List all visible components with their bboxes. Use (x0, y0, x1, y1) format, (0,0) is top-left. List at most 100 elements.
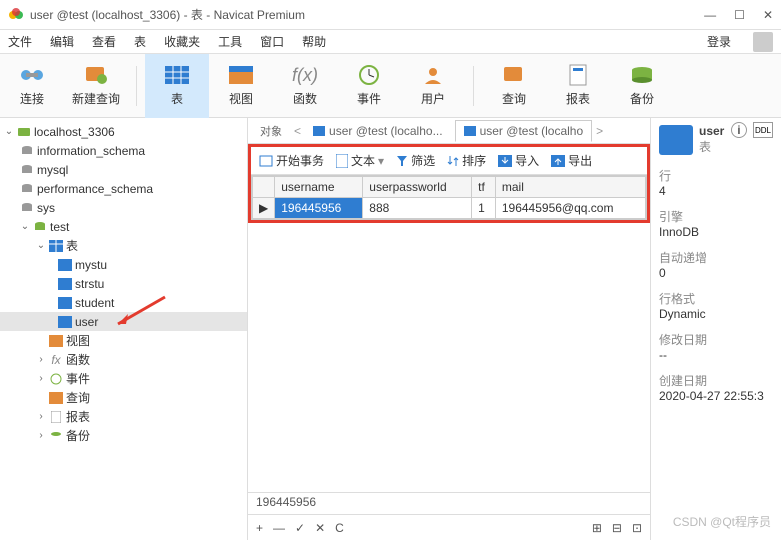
sub-toolbar: 开始事务 文本▾ 筛选 排序 导入 导出 (251, 147, 647, 175)
prop-rows: 4 (659, 184, 773, 198)
prop-modify: -- (659, 348, 773, 362)
btn-begin-transaction[interactable]: 开始事务 (259, 152, 324, 169)
data-grid[interactable]: username userpassworld tf mail ▶ 1964459… (251, 175, 647, 220)
col-userpassworld[interactable]: userpassworld (363, 177, 472, 198)
prop-engine: InnoDB (659, 225, 773, 239)
tree-functions[interactable]: ›fx函数 (0, 350, 247, 369)
minimize-button[interactable]: — (704, 8, 716, 22)
nav-add-icon[interactable]: + (256, 521, 263, 535)
toolbar-function[interactable]: f(x)函数 (273, 54, 337, 118)
tree-table-user[interactable]: user (0, 312, 247, 331)
prop-rowfmt: Dynamic (659, 307, 773, 321)
tree-db-test[interactable]: ⌄test (0, 217, 247, 236)
btn-sort[interactable]: 排序 (447, 152, 486, 169)
tree-db-performance-schema[interactable]: performance_schema (0, 179, 247, 198)
col-mail[interactable]: mail (495, 177, 645, 198)
info-icon[interactable]: i (731, 122, 747, 138)
toolbar-newquery[interactable]: 新建查询 (64, 54, 128, 118)
prop-type: 表 (699, 138, 724, 155)
window-title: user @test (localhost_3306) - 表 - Navica… (30, 6, 704, 23)
menu-file[interactable]: 文件 (8, 33, 32, 50)
prop-modify-label: 修改日期 (659, 331, 773, 348)
menu-window[interactable]: 窗口 (260, 33, 284, 50)
col-username[interactable]: username (275, 177, 363, 198)
ddl-icon[interactable]: DDL (753, 122, 773, 138)
row-marker-icon: ▶ (253, 198, 275, 219)
table-row[interactable]: ▶ 196445956 888 1 196445956@qq.com (253, 198, 646, 219)
connection-tree: ⌄localhost_3306 information_schema mysql… (0, 118, 248, 540)
menu-help[interactable]: 帮助 (302, 33, 326, 50)
toolbar-query[interactable]: 查询 (482, 54, 546, 118)
content-pane: 对象 < user @test (localho... user @test (… (248, 118, 651, 540)
tab-prev-icon[interactable]: < (294, 124, 301, 138)
tab-next-icon[interactable]: > (596, 124, 603, 138)
btn-export[interactable]: 导出 (551, 152, 592, 169)
toolbar-view[interactable]: 视图 (209, 54, 273, 118)
prop-name: user (699, 124, 724, 138)
prop-rows-label: 行 (659, 167, 773, 184)
close-button[interactable]: ✕ (763, 8, 773, 22)
nav-prev-icon[interactable]: ⊟ (612, 521, 622, 535)
toolbar-event[interactable]: 事件 (337, 54, 401, 118)
nav-cancel-icon[interactable]: ✕ (315, 521, 325, 535)
tree-reports[interactable]: ›报表 (0, 407, 247, 426)
tab-bar: 对象 < user @test (localho... user @test (… (248, 118, 650, 144)
prop-create: 2020-04-27 22:55:3 (659, 389, 773, 403)
toolbar-backup[interactable]: 备份 (610, 54, 674, 118)
tree-views[interactable]: 视图 (0, 331, 247, 350)
tree-table-student[interactable]: student (0, 293, 247, 312)
toolbar-user[interactable]: 用户 (401, 54, 465, 118)
menu-favorites[interactable]: 收藏夹 (164, 33, 200, 50)
tab-object[interactable]: 对象 (252, 120, 290, 142)
cell-username[interactable]: 196445956 (275, 198, 363, 219)
nav-delete-icon[interactable]: — (273, 521, 285, 535)
btn-filter[interactable]: 筛选 (396, 152, 435, 169)
table-icon (659, 125, 693, 155)
tree-connection[interactable]: ⌄localhost_3306 (0, 122, 247, 141)
nav-first-icon[interactable]: ⊞ (592, 521, 602, 535)
maximize-button[interactable]: ☐ (734, 8, 745, 22)
cell-tf[interactable]: 1 (472, 198, 496, 219)
main-toolbar: 连接 新建查询 表 视图 f(x)函数 事件 用户 查询 报表 备份 (0, 54, 781, 118)
toolbar-connect[interactable]: 连接 (0, 54, 64, 118)
toolbar-report[interactable]: 报表 (546, 54, 610, 118)
btn-import[interactable]: 导入 (498, 152, 539, 169)
avatar-icon[interactable] (753, 32, 773, 52)
prop-rowfmt-label: 行格式 (659, 290, 773, 307)
tab-user-2[interactable]: user @test (localho (455, 120, 593, 142)
menu-edit[interactable]: 编辑 (50, 33, 74, 50)
col-tf[interactable]: tf (472, 177, 496, 198)
title-bar: user @test (localhost_3306) - 表 - Navica… (0, 0, 781, 30)
nav-next-icon[interactable]: ⊡ (632, 521, 642, 535)
menu-table[interactable]: 表 (134, 33, 146, 50)
menu-bar: 文件 编辑 查看 表 收藏夹 工具 窗口 帮助 登录 (0, 30, 781, 54)
tab-user-1[interactable]: user @test (localho... (305, 121, 451, 141)
app-icon (8, 7, 24, 23)
properties-panel: user 表 行 4 引擎 InnoDB 自动递增 0 行格式 Dynamic … (651, 118, 781, 540)
tree-events[interactable]: ›事件 (0, 369, 247, 388)
prop-create-label: 创建日期 (659, 372, 773, 389)
menu-tools[interactable]: 工具 (218, 33, 242, 50)
tree-db-mysql[interactable]: mysql (0, 160, 247, 179)
tree-table-mystu[interactable]: mystu (0, 255, 247, 274)
nav-refresh-icon[interactable]: C (335, 521, 344, 535)
toolbar-table[interactable]: 表 (145, 54, 209, 118)
btn-text[interactable]: 文本▾ (336, 152, 384, 169)
status-value: 196445956 (248, 492, 650, 514)
prop-autoinc: 0 (659, 266, 773, 280)
tree-db-sys[interactable]: sys (0, 198, 247, 217)
prop-engine-label: 引擎 (659, 208, 773, 225)
cell-userpassworld[interactable]: 888 (363, 198, 472, 219)
cell-mail[interactable]: 196445956@qq.com (495, 198, 645, 219)
watermark: CSDN @Qt程序员 (673, 513, 771, 530)
prop-autoinc-label: 自动递增 (659, 249, 773, 266)
tree-queries[interactable]: 查询 (0, 388, 247, 407)
nav-check-icon[interactable]: ✓ (295, 521, 305, 535)
tree-backups[interactable]: ›备份 (0, 426, 247, 445)
login-link[interactable]: 登录 (707, 33, 731, 50)
record-navigator: + — ✓ ✕ C ⊞ ⊟ ⊡ (248, 514, 650, 540)
tree-tables-folder[interactable]: ⌄表 (0, 236, 247, 255)
tree-db-information-schema[interactable]: information_schema (0, 141, 247, 160)
tree-table-strstu[interactable]: strstu (0, 274, 247, 293)
menu-view[interactable]: 查看 (92, 33, 116, 50)
